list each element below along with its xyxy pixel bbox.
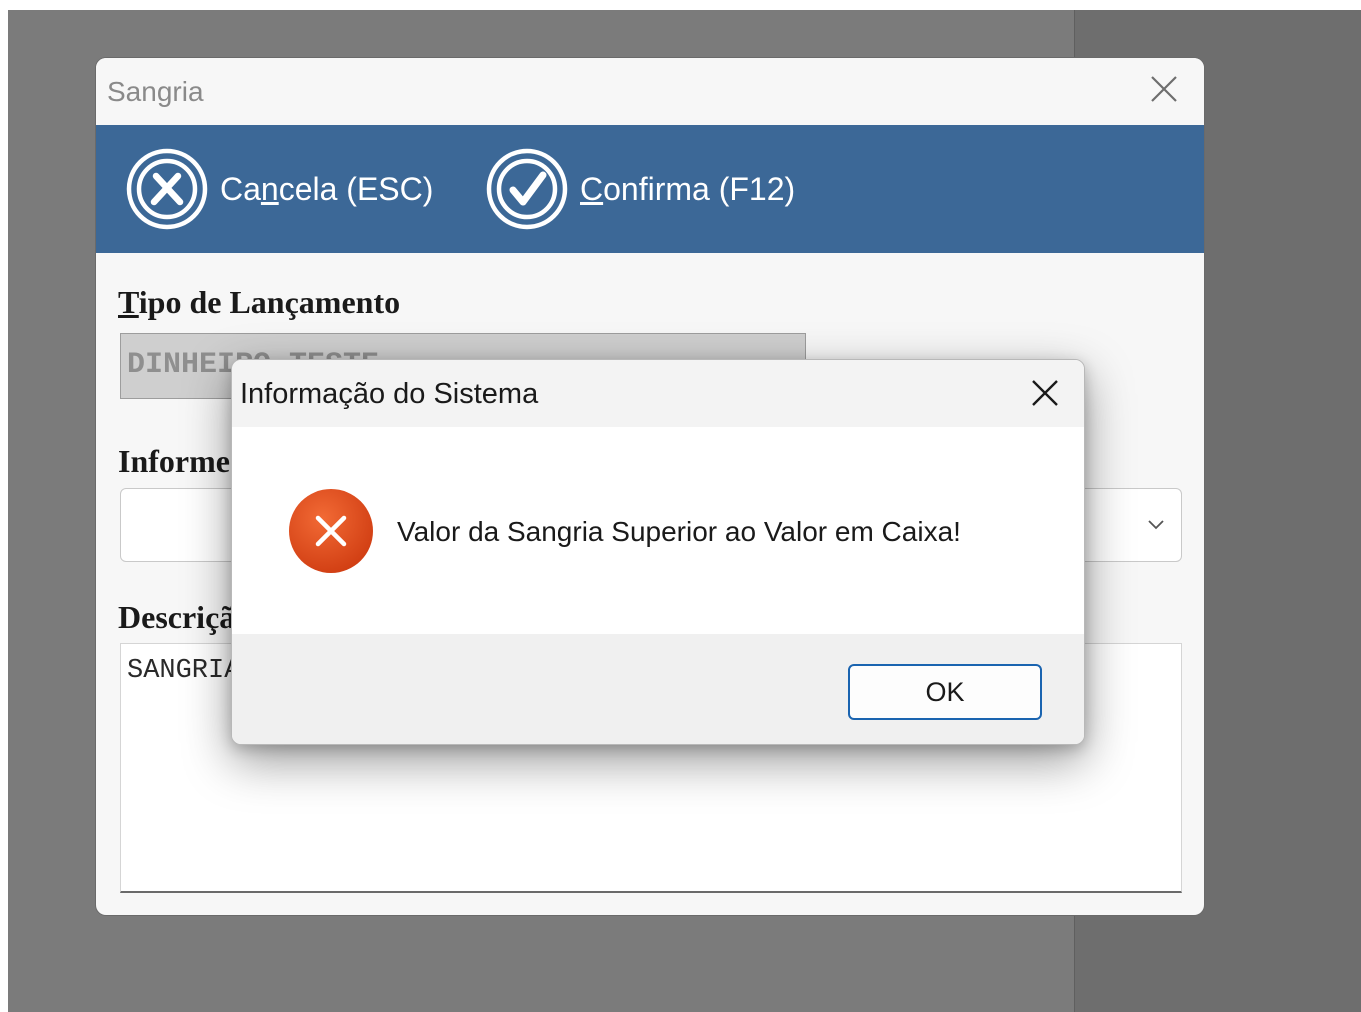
window-title: Sangria [107, 76, 204, 107]
toolbar: Cancela (ESC) Confirma (F12) [96, 125, 1204, 253]
dialog-titlebar: Informação do Sistema [232, 360, 1084, 427]
informe-label: Informe [118, 443, 230, 479]
cancel-button[interactable]: Cancela (ESC) [124, 146, 433, 232]
ok-button[interactable]: OK [848, 664, 1042, 720]
close-icon[interactable] [1027, 375, 1063, 411]
dialog-message: Valor da Sangria Superior ao Valor em Ca… [397, 516, 961, 547]
dialog-footer: OK [232, 634, 1084, 744]
close-icon[interactable] [1146, 71, 1182, 107]
dialog-title: Informação do Sistema [240, 378, 539, 410]
confirm-button[interactable]: Confirma (F12) [484, 146, 795, 232]
cancel-label: Cancela (ESC) [220, 170, 434, 207]
circle-x-icon [126, 148, 208, 230]
dialog-body: Valor da Sangria Superior ao Valor em Ca… [232, 427, 1084, 634]
confirm-label: Confirma (F12) [580, 170, 796, 207]
window-titlebar: Sangria [96, 58, 1204, 125]
circle-check-icon [486, 148, 568, 230]
chevron-down-icon [1148, 520, 1164, 530]
descricao-value: SANGRIA [127, 656, 241, 686]
system-info-dialog: Informação do Sistema Valor da Sangria S… [231, 359, 1085, 745]
tipo-lancamento-label: Tipo de Lançamento [118, 284, 401, 320]
error-icon [289, 489, 373, 573]
